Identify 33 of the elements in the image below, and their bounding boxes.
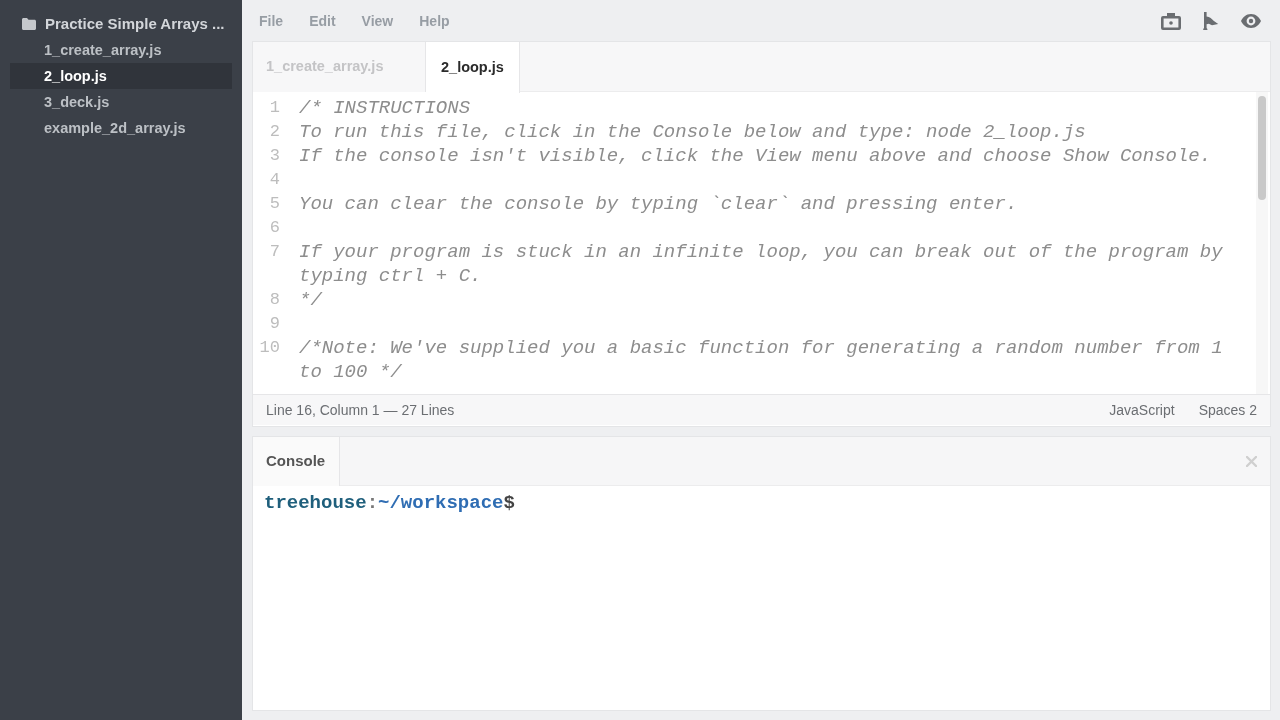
cursor-position: Line 16, Column 1 — 27 Lines [266,400,455,420]
console-tab[interactable]: Console [253,437,340,486]
line-number: 5 [268,193,280,215]
code-line: */ [299,288,324,312]
scrollbar-thumb[interactable] [1258,96,1266,200]
code-line: If the console isn't visible, click the View menu above and choose Show Console. [299,144,1213,168]
line-number: 7 [268,241,280,263]
code-line: To run this file, click in the Console below and type: node 2_loop.js [299,120,1087,144]
line-number: 10 [258,337,280,359]
line-number: 3 [268,145,280,167]
line-number: 6 [268,217,280,239]
line-number: 9 [268,313,280,335]
line-number: 8 [268,289,280,311]
code-line: /* INSTRUCTIONS [299,96,472,120]
sidebar-item[interactable]: 3_deck.js [10,89,232,115]
sidebar-item[interactable]: example_2d_array.js [10,115,232,141]
terminal-prompt: treehouse:~/workspace$ [264,492,515,514]
sidebar-item[interactable]: 2_loop.js [10,63,232,89]
code-line: You can clear the console by typing `clear` and pressing enter. [299,192,1019,216]
sidebar-item[interactable]: 1_create_array.js [10,37,232,63]
camera-icon[interactable] [1161,12,1181,30]
indent-setting[interactable]: Spaces 2 [1198,399,1257,421]
code-line: If your program is stuck in an infinite loop, you can break out of the program by typing ctrl + C. [299,240,1224,288]
folder-icon [22,18,36,30]
language-mode[interactable]: JavaScript [1109,399,1175,421]
folder-name[interactable]: Practice Simple Arrays ... [45,12,225,36]
eye-icon[interactable] [1241,14,1261,28]
line-number: 1 [268,97,280,119]
flag-icon[interactable] [1203,12,1219,30]
code-line: /*Note: We've supplied you a basic function for generating a random number from 1 to 100 */ [299,336,1224,384]
line-number: 4 [268,169,280,191]
line-number: 2 [268,121,280,143]
editor-tab[interactable]: 2_loop.js [426,42,520,93]
